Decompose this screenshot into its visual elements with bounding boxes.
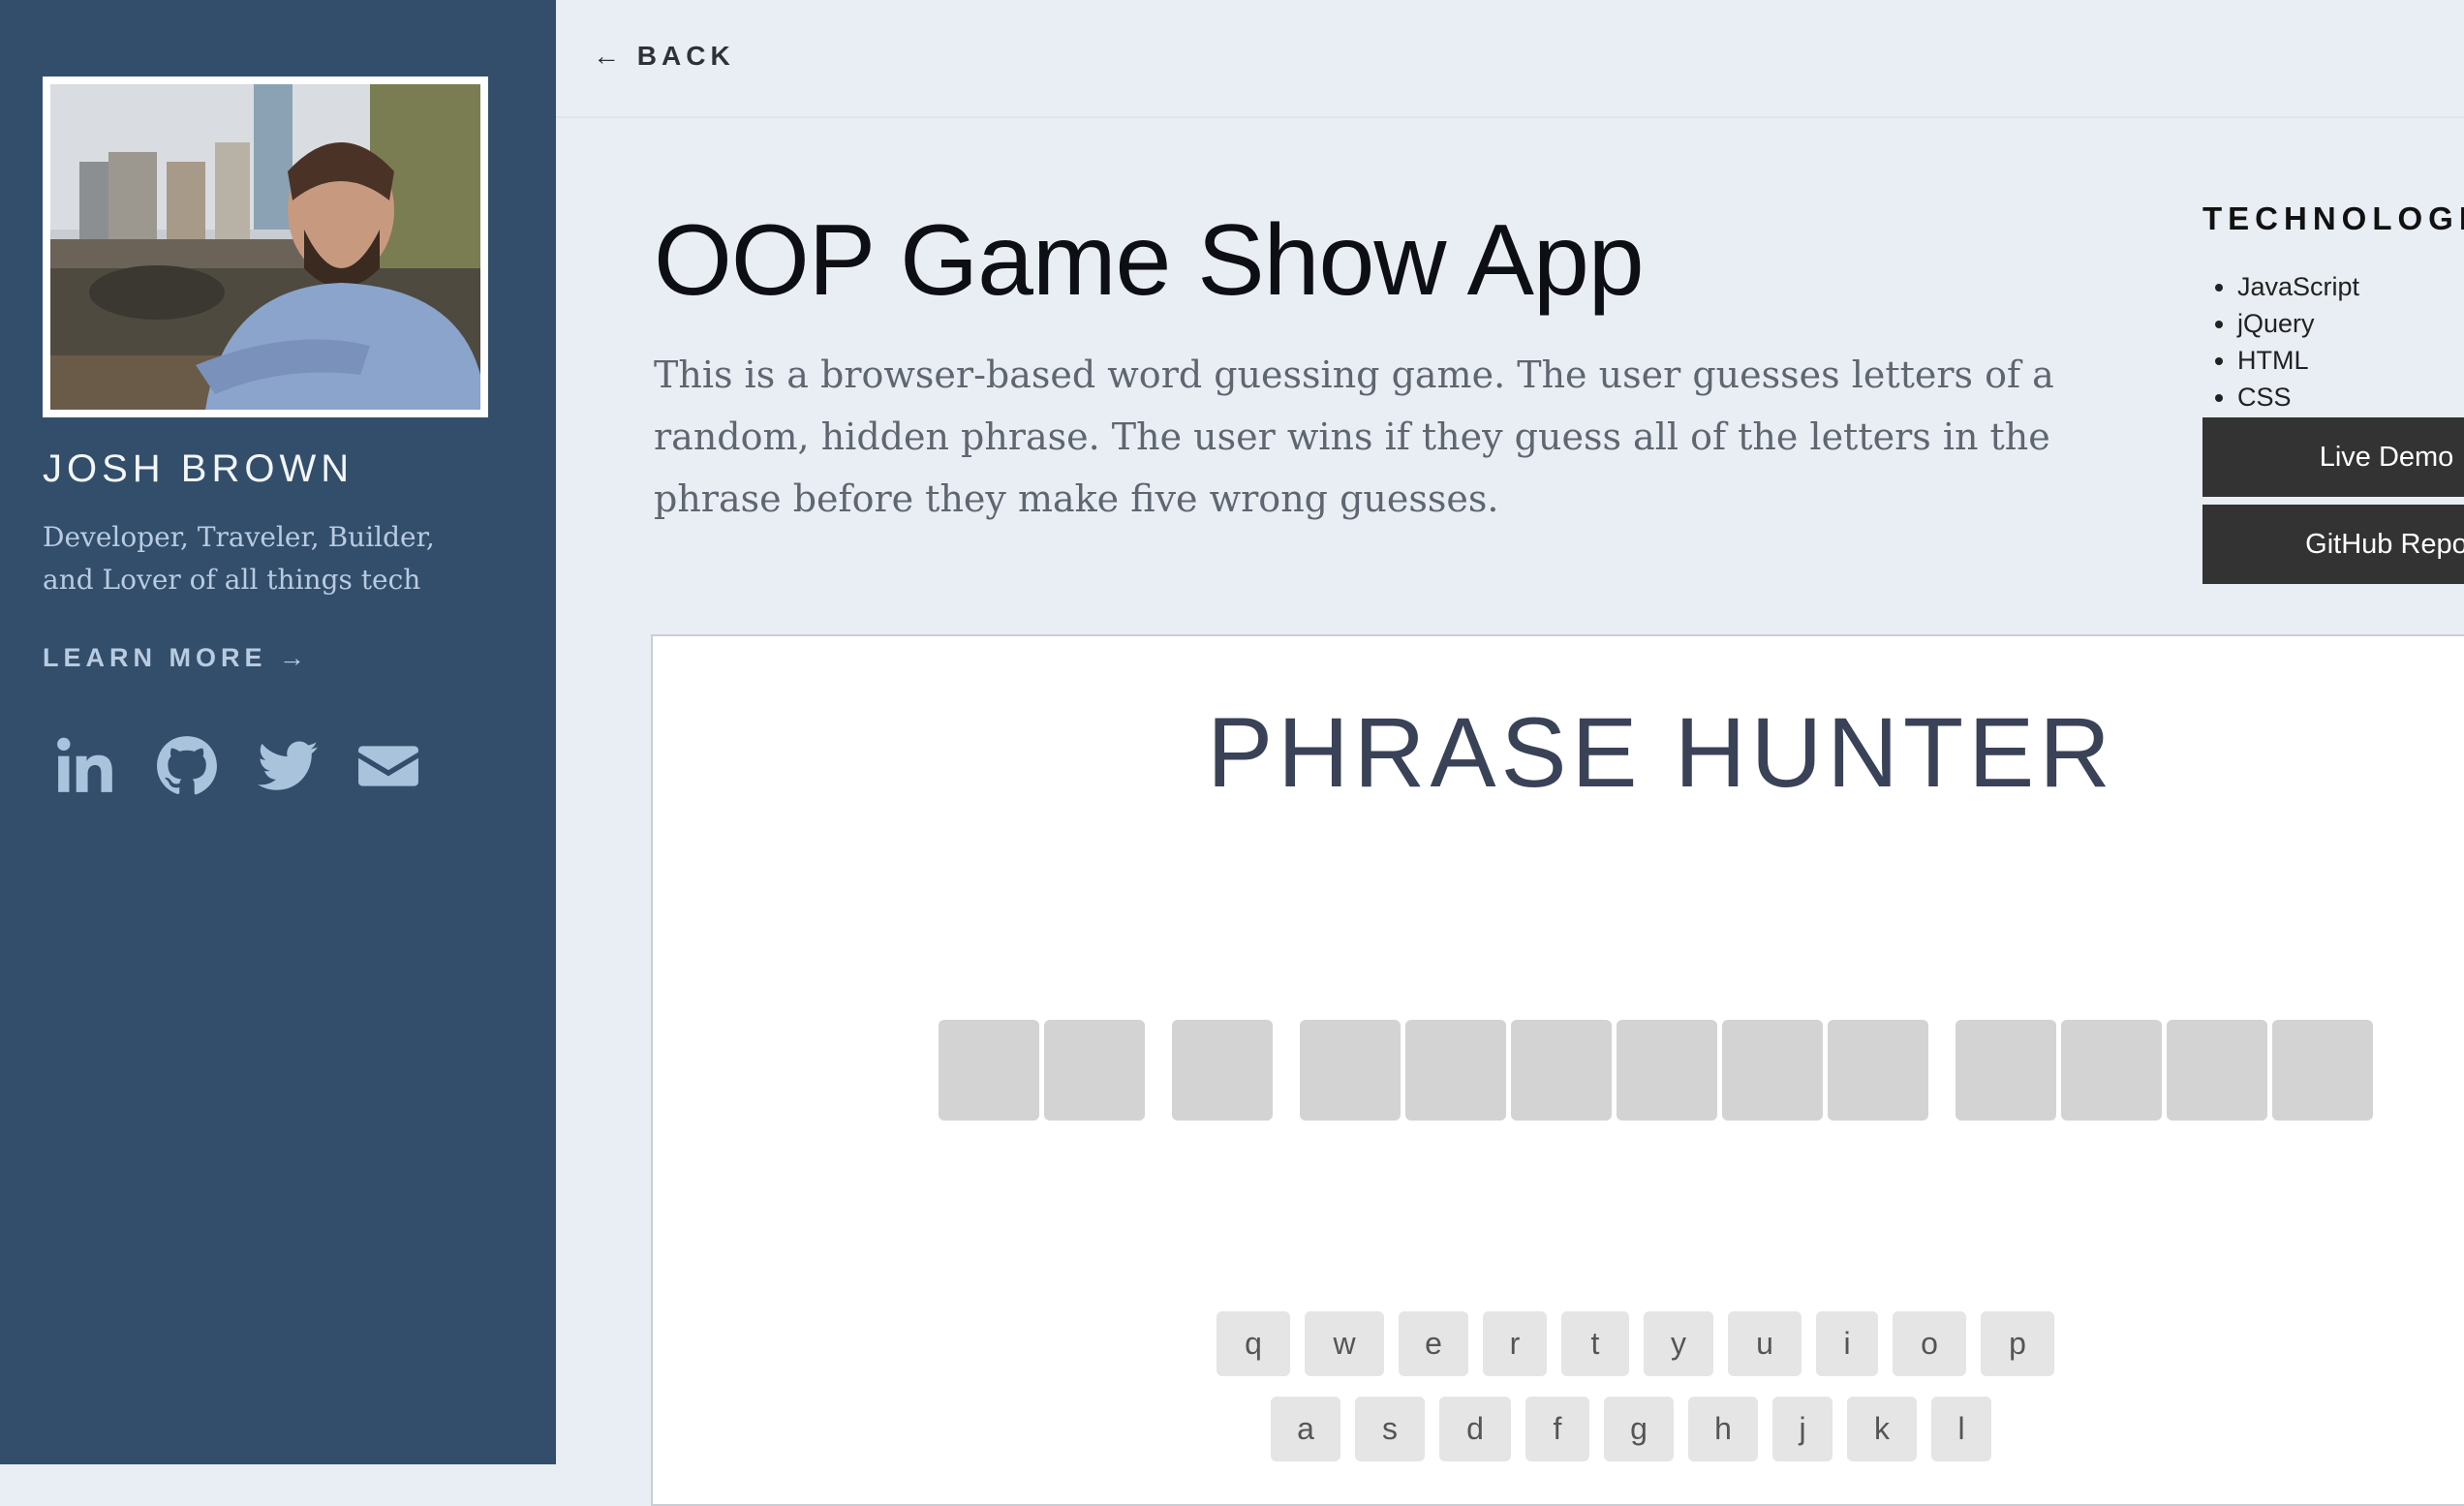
key-p[interactable]: p bbox=[1981, 1311, 2054, 1376]
phrase-space bbox=[1150, 1020, 1172, 1121]
phrase-letter-tile bbox=[2061, 1020, 2162, 1121]
key-y[interactable]: y bbox=[1644, 1311, 1713, 1376]
key-q[interactable]: q bbox=[1217, 1311, 1290, 1376]
profile-name: JOSH BROWN bbox=[43, 447, 354, 490]
project-description: This is a browser-based word guessing ga… bbox=[654, 353, 2054, 520]
technology-item: HTML bbox=[2237, 342, 2359, 379]
phrase-space bbox=[1933, 1020, 1956, 1121]
email-icon[interactable] bbox=[356, 734, 420, 798]
game-title: PHRASE HUNTER bbox=[1207, 697, 2115, 808]
key-u[interactable]: u bbox=[1728, 1311, 1802, 1376]
key-o[interactable]: o bbox=[1893, 1311, 1966, 1376]
key-t[interactable]: t bbox=[1561, 1311, 1629, 1376]
phrase-letter-tile bbox=[1172, 1020, 1273, 1121]
sidebar: JOSH BROWN Developer, Traveler, Builder,… bbox=[0, 0, 556, 1464]
key-r[interactable]: r bbox=[1483, 1311, 1547, 1376]
github-icon[interactable] bbox=[155, 734, 219, 798]
phrase-space bbox=[1278, 1020, 1300, 1121]
technologies-list: JavaScript jQuery HTML CSS bbox=[2202, 268, 2359, 415]
key-e[interactable]: e bbox=[1399, 1311, 1468, 1376]
twitter-icon[interactable] bbox=[256, 734, 320, 798]
key-f[interactable]: f bbox=[1525, 1397, 1589, 1461]
phrase-letter-tile bbox=[1956, 1020, 2056, 1121]
technology-item: JavaScript bbox=[2237, 268, 2359, 305]
back-link[interactable]: ← BACK bbox=[593, 41, 735, 72]
technologies-heading: TECHNOLOGIES bbox=[2202, 200, 2464, 236]
phrase-letter-tile bbox=[1511, 1020, 1612, 1121]
key-j[interactable]: j bbox=[1772, 1397, 1833, 1461]
phrase-letter-tile bbox=[1828, 1020, 1928, 1121]
technology-item: CSS bbox=[2237, 379, 2359, 415]
phrase-letter-tile bbox=[939, 1020, 1039, 1121]
linkedin-icon[interactable] bbox=[54, 734, 118, 798]
key-h[interactable]: h bbox=[1688, 1397, 1758, 1461]
key-l[interactable]: l bbox=[1931, 1397, 1991, 1461]
profile-photo-frame bbox=[43, 77, 488, 417]
phrase-letter-tile bbox=[1044, 1020, 1145, 1121]
phrase-letter-tile bbox=[1300, 1020, 1401, 1121]
top-bar: ← BACK bbox=[556, 0, 2464, 118]
game-embed-frame: PHRASE HUNTER qwertyuiop asdfghjkl bbox=[651, 634, 2464, 1506]
phrase-letter-tile bbox=[2167, 1020, 2267, 1121]
key-k[interactable]: k bbox=[1847, 1397, 1917, 1461]
phrase-letter-tile bbox=[2272, 1020, 2373, 1121]
phrase-letter-tile bbox=[1722, 1020, 1823, 1121]
technology-item: jQuery bbox=[2237, 305, 2359, 342]
phrase-letter-tile bbox=[1405, 1020, 1506, 1121]
key-g[interactable]: g bbox=[1604, 1397, 1674, 1461]
social-links bbox=[54, 734, 420, 798]
key-s[interactable]: s bbox=[1355, 1397, 1425, 1461]
phrase-display bbox=[939, 1020, 2378, 1121]
phrase-letter-tile bbox=[1617, 1020, 1717, 1121]
keyboard-row: qwertyuiop bbox=[1217, 1311, 2069, 1376]
key-a[interactable]: a bbox=[1271, 1397, 1340, 1461]
key-w[interactable]: w bbox=[1305, 1311, 1384, 1376]
live-demo-button[interactable]: Live Demo bbox=[2202, 417, 2464, 497]
github-repo-button[interactable]: GitHub Repo bbox=[2202, 505, 2464, 584]
page-title: OOP Game Show App bbox=[654, 204, 1645, 317]
key-d[interactable]: d bbox=[1439, 1397, 1511, 1461]
profile-photo bbox=[50, 84, 480, 410]
profile-tagline: Developer, Traveler, Builder, and Lover … bbox=[43, 521, 435, 596]
learn-more-link[interactable]: LEARN MORE → bbox=[43, 643, 310, 673]
keyboard-row: asdfghjkl bbox=[1271, 1397, 2006, 1461]
key-i[interactable]: i bbox=[1816, 1311, 1878, 1376]
